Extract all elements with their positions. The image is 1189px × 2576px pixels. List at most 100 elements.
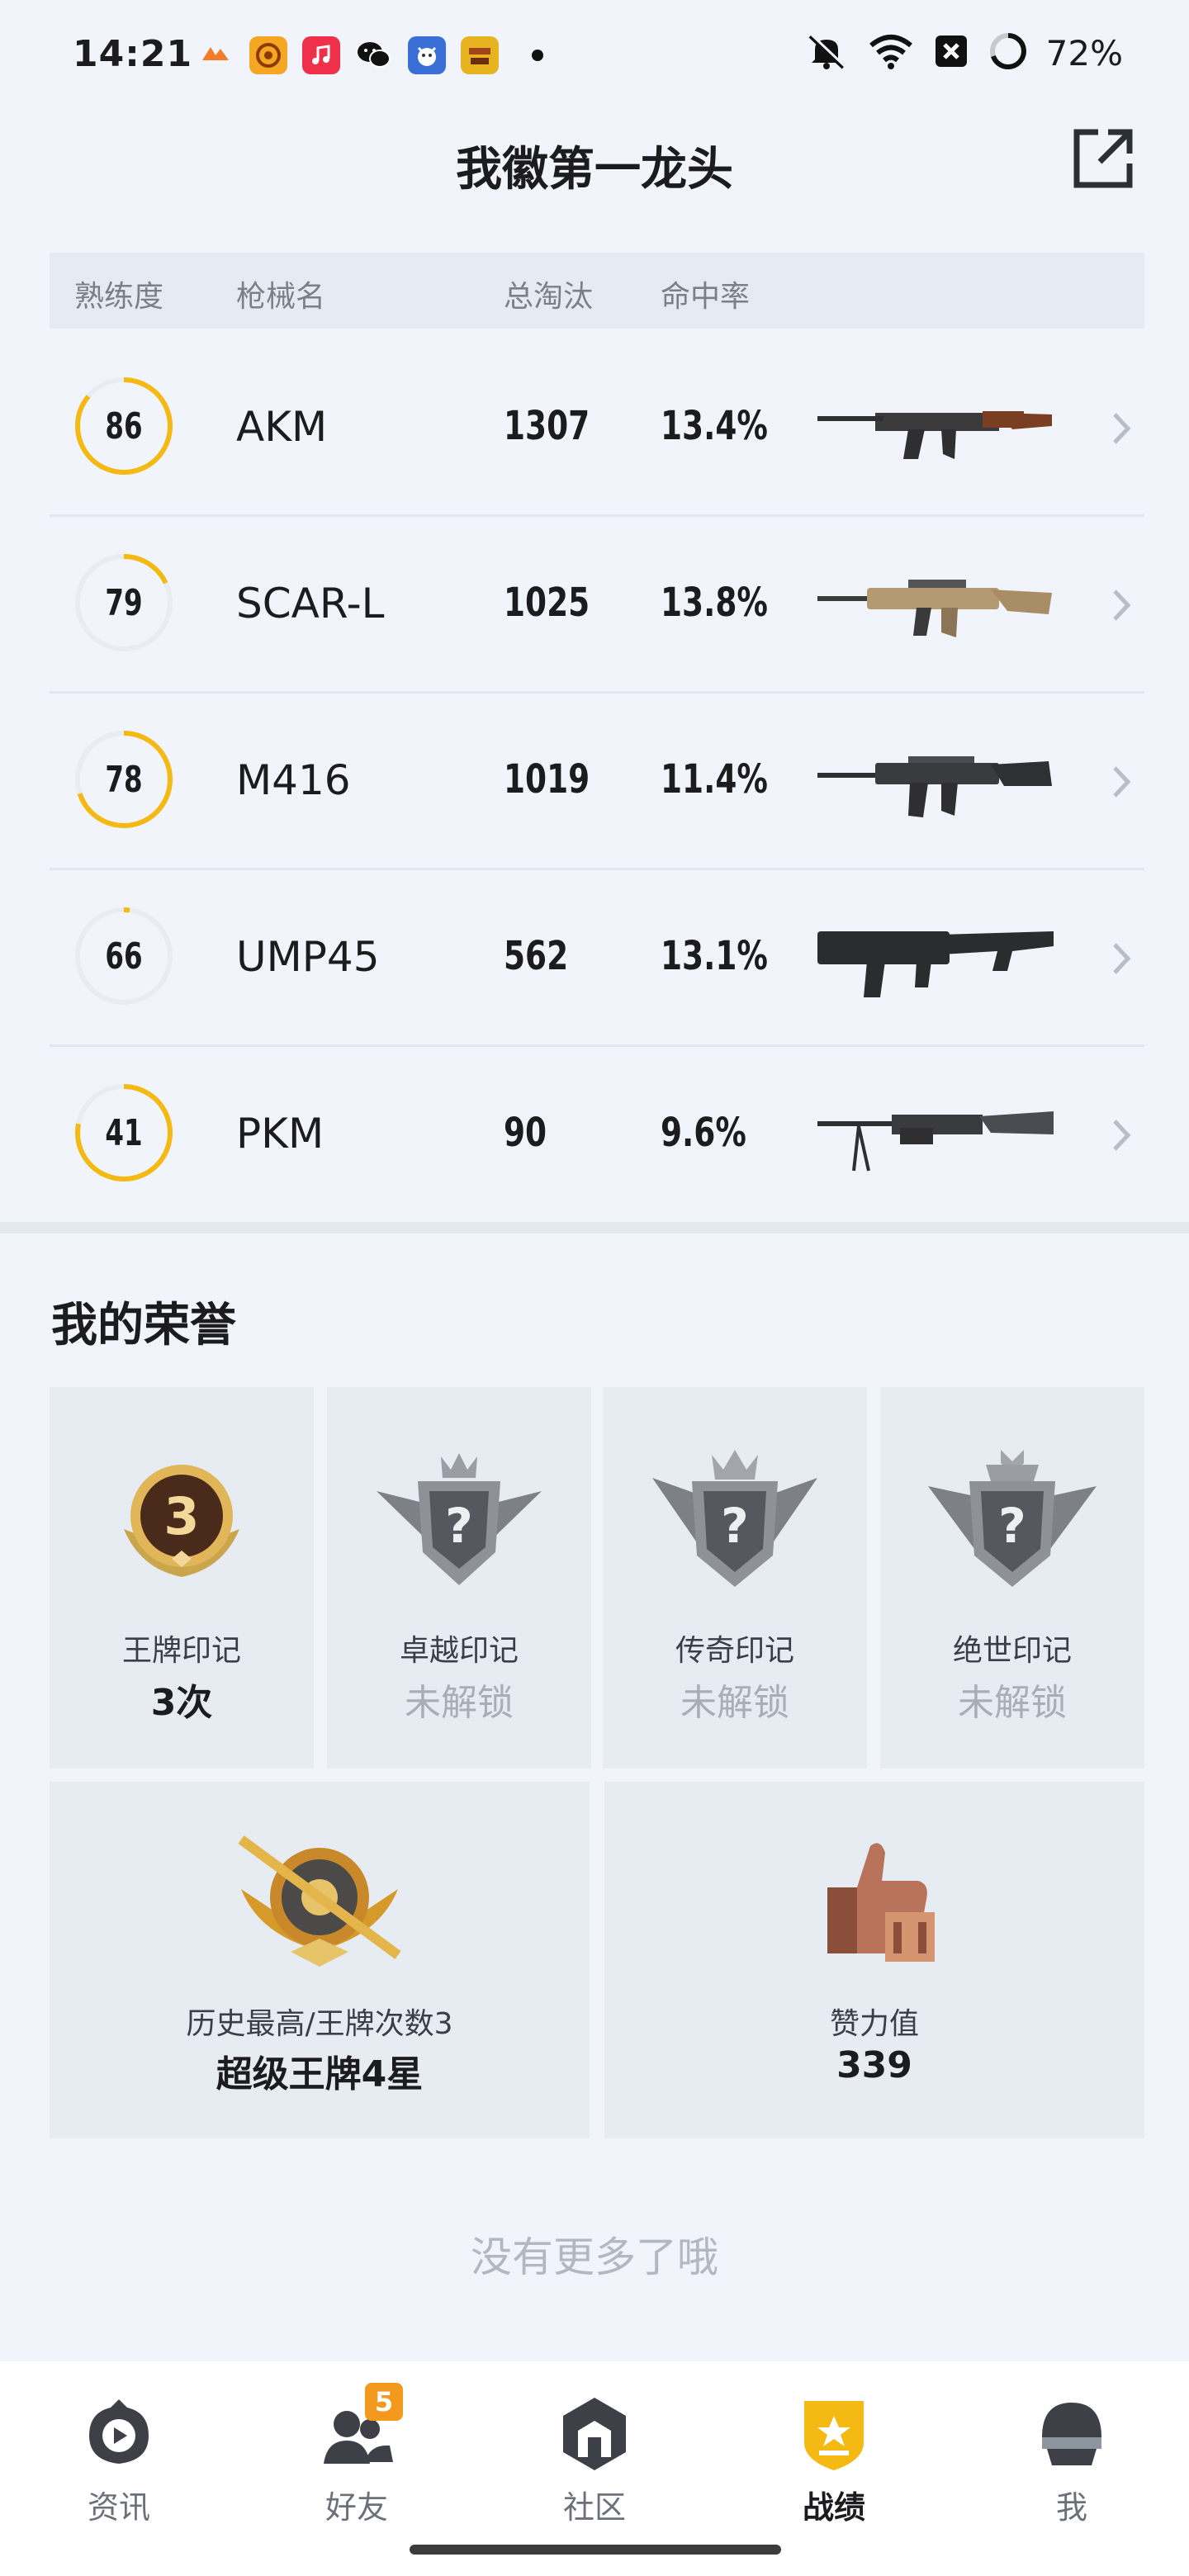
mute-icon bbox=[803, 31, 850, 74]
ace-mark-badge: 3 bbox=[124, 1465, 239, 1577]
hit-rate: 13.8% bbox=[661, 580, 768, 626]
nav-item-profile[interactable]: 我 bbox=[989, 2375, 1154, 2526]
peerless-badge-symbol: ? bbox=[998, 1498, 1026, 1554]
weapon-name: SCAR-L bbox=[236, 580, 385, 627]
total-kills: 562 bbox=[504, 933, 569, 979]
hit-rate: 13.1% bbox=[661, 933, 768, 979]
app-icon-orange bbox=[197, 36, 234, 74]
honor-name: 传奇印记 bbox=[675, 1634, 794, 1668]
total-kills: 1307 bbox=[504, 403, 590, 449]
honor-card-ace[interactable]: 3 王牌印记 3次 bbox=[50, 1387, 314, 1769]
share-icon bbox=[1073, 129, 1133, 188]
nav-item-community[interactable]: 社区 bbox=[512, 2375, 677, 2526]
page-title: 我徽第一龙头 bbox=[456, 143, 733, 197]
ump45-smg-image bbox=[817, 931, 1054, 997]
sim-blocked-icon bbox=[932, 32, 970, 73]
super-ace-rank-badge bbox=[238, 1835, 401, 1967]
proficiency-value: 78 bbox=[105, 758, 143, 801]
weapon-name: AKM bbox=[236, 403, 328, 451]
weapon-name: PKM bbox=[236, 1110, 324, 1158]
highest-rank-label: 历史最高/王牌次数3 bbox=[186, 2007, 453, 2041]
hit-rate: 11.4% bbox=[661, 756, 768, 803]
hit-rate: 9.6% bbox=[661, 1110, 746, 1156]
end-of-list-text: 没有更多了哦 bbox=[471, 2233, 718, 2281]
wechat-icon bbox=[355, 36, 393, 74]
total-kills: 90 bbox=[504, 1110, 547, 1156]
likes-value: 339 bbox=[836, 2044, 912, 2086]
chevron-right-icon bbox=[1113, 413, 1131, 444]
honor-card-likes[interactable]: 赞力值 339 bbox=[604, 1782, 1144, 2138]
peerless-mark-locked-badge: ? bbox=[928, 1450, 1097, 1587]
honor-card-legend[interactable]: ? 传奇印记 未解锁 bbox=[603, 1387, 867, 1769]
weapon-row[interactable]: 41 PKM 90 9.6% bbox=[50, 1047, 1144, 1224]
honor-card-peerless[interactable]: ? 绝世印记 未解锁 bbox=[880, 1387, 1144, 1769]
weapon-row[interactable]: 86 AKM 1307 13.4% bbox=[50, 340, 1144, 517]
honor-value: 3次 bbox=[150, 1682, 213, 1724]
chevron-right-icon bbox=[1113, 943, 1131, 974]
record-icon bbox=[804, 2401, 864, 2470]
column-weapon-name: 枪械名 bbox=[236, 280, 326, 314]
wifi-icon bbox=[868, 32, 914, 73]
legend-mark-locked-badge: ? bbox=[652, 1450, 817, 1587]
section-divider bbox=[0, 1222, 1189, 1234]
hit-rate: 13.4% bbox=[661, 403, 768, 449]
total-kills: 1025 bbox=[504, 580, 590, 626]
battery-percent: 72% bbox=[1045, 32, 1123, 73]
game-icon-blue bbox=[408, 36, 446, 74]
game-icon-yellow bbox=[461, 36, 499, 74]
excellence-mark-locked-badge: ? bbox=[377, 1453, 542, 1585]
weapon-table-header: 熟练度 枪械名 总淘汰 命中率 bbox=[50, 253, 1144, 329]
nav-item-friends[interactable]: 5 好友 bbox=[274, 2375, 439, 2526]
weapon-name: UMP45 bbox=[236, 933, 380, 981]
nav-label: 战绩 bbox=[802, 2489, 865, 2526]
m416-rifle-image bbox=[817, 756, 1052, 817]
news-icon bbox=[89, 2399, 149, 2464]
proficiency-value: 79 bbox=[105, 581, 143, 624]
honor-card-excellence[interactable]: ? 卓越印记 未解锁 bbox=[327, 1387, 591, 1769]
chevron-right-icon bbox=[1113, 766, 1131, 798]
pkm-machine-gun-image bbox=[817, 1111, 1054, 1172]
weapon-row[interactable]: 78 M416 1019 11.4% bbox=[50, 694, 1144, 870]
likes-label: 赞力值 bbox=[829, 2007, 919, 2041]
honor-name: 卓越印记 bbox=[399, 1634, 519, 1668]
honor-section-title: 我的荣誉 bbox=[51, 1299, 236, 1352]
honor-card-highest-rank[interactable]: 历史最高/王牌次数3 超级王牌4星 bbox=[50, 1782, 590, 2138]
system-icons: 72% bbox=[803, 31, 1123, 74]
legend-badge-symbol: ? bbox=[721, 1498, 749, 1554]
proficiency-value: 66 bbox=[105, 935, 143, 978]
honor-value: 未解锁 bbox=[680, 1682, 789, 1724]
honor-value: 未解锁 bbox=[958, 1682, 1067, 1724]
share-button[interactable] bbox=[1070, 125, 1136, 192]
weapon-row[interactable]: 79 SCAR-L 1025 13.8% bbox=[50, 517, 1144, 694]
friends-badge: 5 bbox=[365, 2383, 403, 2421]
total-kills: 1019 bbox=[504, 756, 590, 803]
more-notifications-dot bbox=[532, 50, 543, 61]
nav-label: 社区 bbox=[562, 2489, 626, 2526]
notification-icons bbox=[197, 36, 543, 74]
nav-label: 好友 bbox=[324, 2489, 388, 2526]
nav-item-record[interactable]: 战绩 bbox=[751, 2375, 917, 2526]
honor-name: 绝世印记 bbox=[952, 1634, 1072, 1668]
chevron-right-icon bbox=[1113, 590, 1131, 621]
ace-badge-number: 3 bbox=[163, 1486, 199, 1546]
profile-icon bbox=[1042, 2403, 1101, 2465]
nav-item-news[interactable]: 资讯 bbox=[36, 2375, 201, 2526]
status-bar: 14:21 72% bbox=[0, 0, 1189, 116]
app-icon-coin bbox=[249, 36, 287, 74]
music-icon bbox=[302, 36, 340, 74]
weapon-name: M416 bbox=[236, 756, 351, 804]
home-indicator[interactable] bbox=[410, 2545, 781, 2555]
honor-value: 未解锁 bbox=[405, 1682, 514, 1724]
chevron-right-icon bbox=[1113, 1120, 1131, 1151]
excellence-badge-symbol: ? bbox=[445, 1498, 473, 1554]
proficiency-value: 41 bbox=[105, 1111, 143, 1154]
status-time: 14:21 bbox=[73, 33, 193, 75]
column-total-kills: 总淘汰 bbox=[504, 280, 594, 314]
thumbs-up-icon bbox=[827, 1843, 935, 1962]
akm-rifle-image bbox=[817, 411, 1052, 459]
nav-label: 我 bbox=[1055, 2489, 1087, 2526]
weapon-row[interactable]: 66 UMP45 562 13.1% bbox=[50, 870, 1144, 1047]
community-icon bbox=[563, 2398, 626, 2470]
bottom-nav: 资讯 5 好友 社区 战绩 我 bbox=[0, 2361, 1189, 2576]
column-proficiency: 熟练度 bbox=[74, 280, 164, 314]
